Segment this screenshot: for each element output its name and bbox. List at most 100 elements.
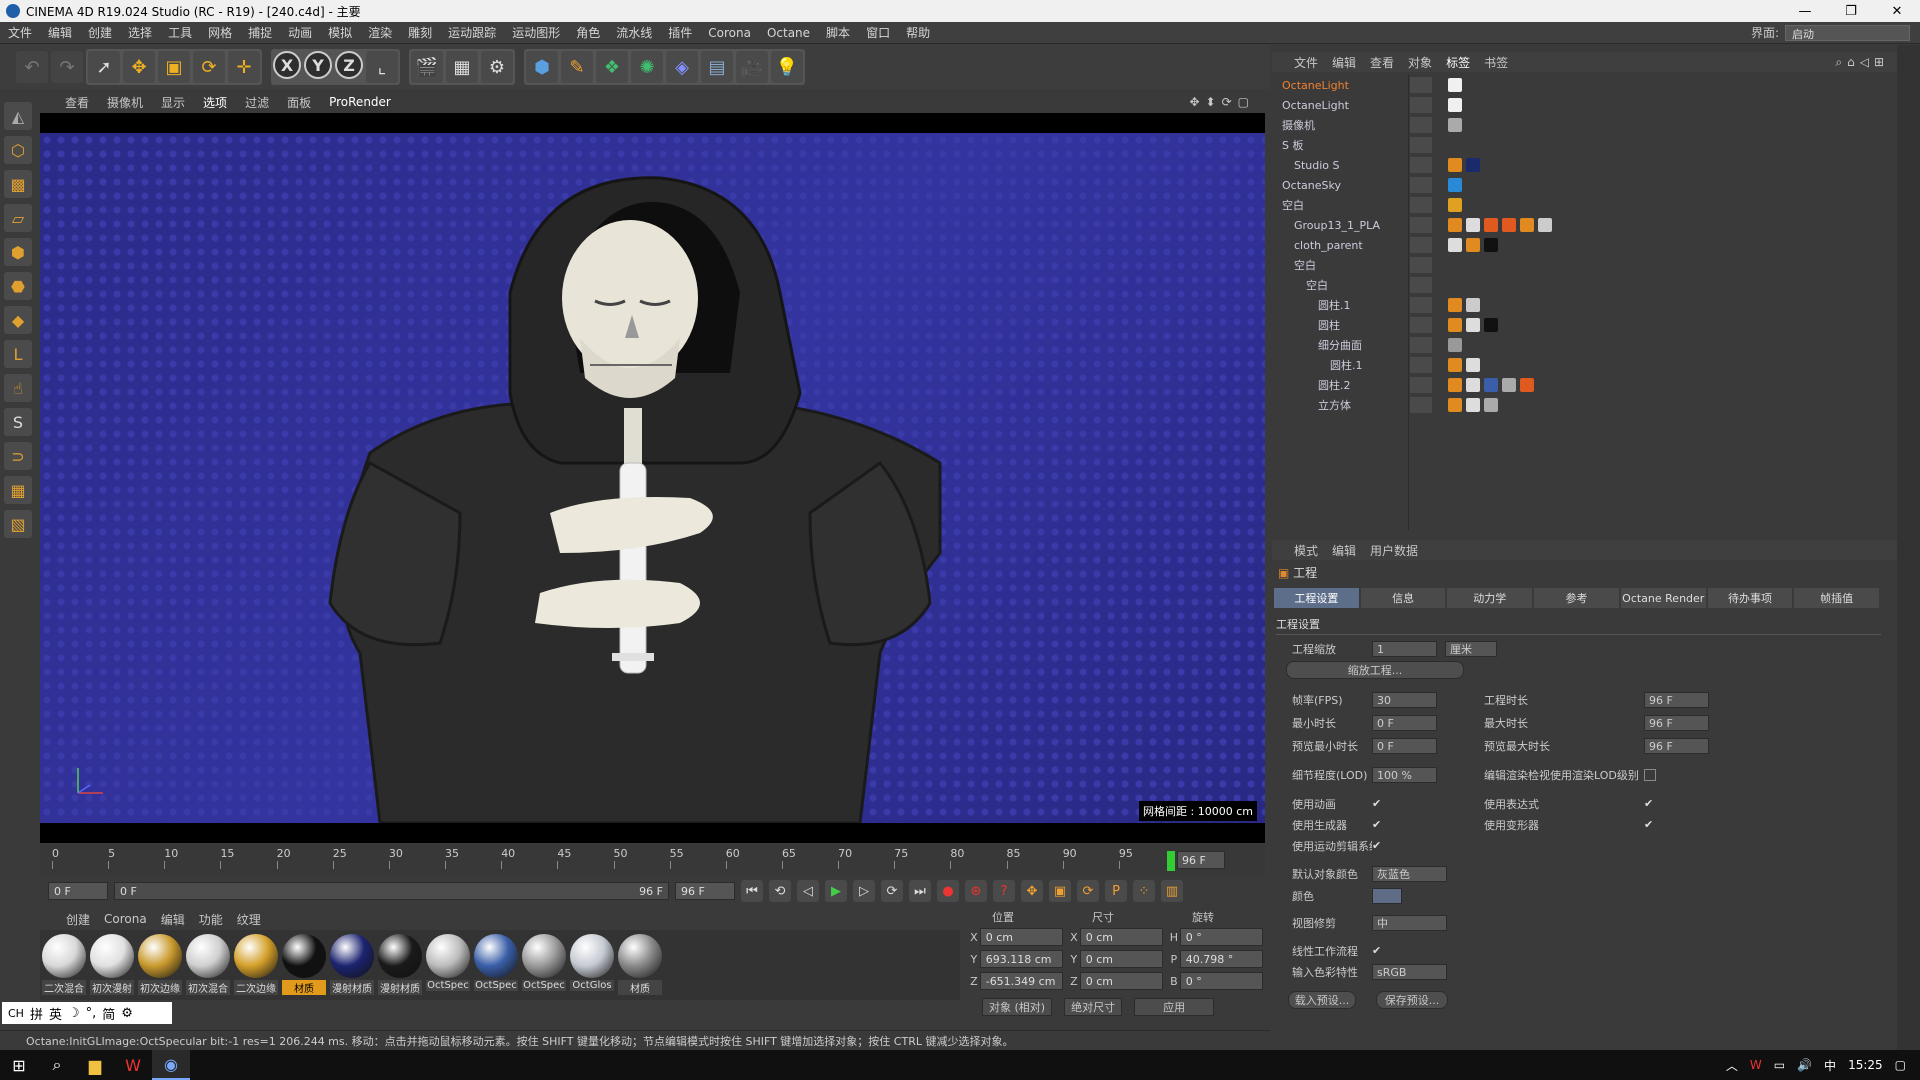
key-position-icon[interactable]: ✥	[1021, 880, 1043, 902]
material-item[interactable]: 材质	[282, 934, 326, 996]
tag-icon[interactable]	[1484, 378, 1498, 392]
file-explorer-icon[interactable]: ▆	[76, 1050, 114, 1080]
menu-help[interactable]: 帮助	[898, 24, 938, 41]
tag-icon[interactable]	[1484, 318, 1498, 332]
workplane-lock-icon[interactable]: ▦	[4, 476, 32, 504]
object-name[interactable]: cloth_parent	[1294, 239, 1363, 252]
render-view-icon[interactable]: 🎬	[411, 51, 443, 83]
visibility-toggle[interactable]	[1410, 197, 1432, 213]
project-time-field[interactable]: 96 F	[1644, 692, 1709, 708]
om-menu-file[interactable]: 文件	[1294, 54, 1318, 71]
material-menu-create[interactable]: 创建	[66, 911, 90, 928]
tag-icon[interactable]	[1484, 218, 1498, 232]
visibility-toggle[interactable]	[1410, 97, 1432, 113]
object-name[interactable]: 空白	[1282, 197, 1304, 213]
rotation-p-field[interactable]: 40.798 °	[1179, 950, 1263, 968]
auto-key-icon[interactable]: ⊛	[965, 880, 987, 902]
camera-icon[interactable]: 🎥	[736, 51, 768, 83]
visibility-toggle[interactable]	[1410, 377, 1432, 393]
tab-info[interactable]: 信息	[1360, 588, 1446, 608]
material-menu-corona[interactable]: Corona	[104, 912, 147, 926]
key-pla-icon[interactable]: ⁘	[1133, 880, 1155, 902]
tab-todo[interactable]: 待办事项	[1707, 588, 1793, 608]
size-x-field[interactable]: 0 cm	[1079, 928, 1163, 946]
menu-window[interactable]: 窗口	[858, 24, 898, 41]
timeline-icon[interactable]: ▥	[1161, 880, 1183, 902]
menu-animate[interactable]: 动画	[280, 24, 320, 41]
light-bulb-icon[interactable]: 💡	[771, 51, 803, 83]
viewport-menu-filter[interactable]: 过滤	[245, 94, 269, 111]
material-menu-texture[interactable]: 纹理	[237, 911, 261, 928]
tag-icon[interactable]	[1448, 298, 1462, 312]
visibility-toggle[interactable]	[1410, 277, 1432, 293]
object-row[interactable]: 空白	[1272, 275, 1897, 295]
floor-icon[interactable]: ▤	[701, 51, 733, 83]
tag-icon[interactable]	[1484, 238, 1498, 252]
tag-icon[interactable]	[1448, 218, 1462, 232]
minimize-button[interactable]: —	[1782, 4, 1828, 19]
render-settings-icon[interactable]: ⚙	[481, 51, 513, 83]
object-name[interactable]: Studio S	[1294, 159, 1340, 172]
position-x-field[interactable]: 0 cm	[979, 928, 1063, 946]
menu-snap[interactable]: 捕捉	[240, 24, 280, 41]
tag-icon[interactable]	[1466, 358, 1480, 372]
material-item[interactable]: OctGlos	[570, 934, 614, 996]
timeline-ruler[interactable]: 0 5 10 15 20 25 30 35 40 45 50 55 60 65 70 75 80 85 90 95 9…	[40, 845, 1265, 875]
position-y-field[interactable]: 693.118 cm	[979, 950, 1063, 968]
object-row[interactable]: OctaneSky	[1272, 175, 1897, 195]
viewport-menu-prorender[interactable]: ProRender	[329, 95, 391, 109]
tray-ime-icon[interactable]: 中	[1824, 1057, 1836, 1074]
object-name[interactable]: OctaneLight	[1282, 79, 1349, 92]
tag-icon[interactable]	[1538, 218, 1552, 232]
material-item[interactable]: OctSpec	[474, 934, 518, 996]
color-swatch[interactable]	[1372, 888, 1402, 904]
material-item[interactable]: OctSpec	[522, 934, 566, 996]
object-name[interactable]: 摄像机	[1282, 117, 1315, 133]
visibility-toggle[interactable]	[1410, 237, 1432, 253]
object-row[interactable]: 空白	[1272, 255, 1897, 275]
am-menu-mode[interactable]: 模式	[1294, 542, 1318, 559]
workplane-icon[interactable]: ▱	[4, 204, 32, 232]
object-name[interactable]: 圆柱.2	[1318, 377, 1351, 393]
key-rotation-icon[interactable]: ⟳	[1077, 880, 1099, 902]
make-editable-icon[interactable]: ◭	[4, 102, 32, 130]
material-item[interactable]: 初次漫射	[90, 934, 134, 996]
visibility-toggle[interactable]	[1410, 397, 1432, 413]
select-cursor-icon[interactable]: ➚	[88, 51, 120, 83]
material-menu-edit[interactable]: 编辑	[161, 911, 185, 928]
viewport-menu-panel[interactable]: 面板	[287, 94, 311, 111]
go-to-end-icon[interactable]: ⏭	[909, 880, 931, 902]
tag-icon[interactable]	[1484, 398, 1498, 412]
material-item[interactable]: 二次混合	[42, 934, 86, 996]
material-item[interactable]: 初次边缘	[138, 934, 182, 996]
ime-pinyin[interactable]: 拼	[30, 1004, 43, 1023]
object-row[interactable]: 摄像机	[1272, 115, 1897, 135]
tag-icon[interactable]	[1520, 378, 1534, 392]
menu-mesh[interactable]: 网格	[200, 24, 240, 41]
tag-icon[interactable]	[1466, 218, 1480, 232]
scale-tool-icon[interactable]: ▣	[158, 51, 190, 83]
visibility-toggle[interactable]	[1410, 117, 1432, 133]
material-item[interactable]: 初次混合	[186, 934, 230, 996]
om-search-icon[interactable]: ⌕⌂◁⊞	[1835, 55, 1889, 70]
array-icon[interactable]: ✺	[631, 51, 663, 83]
object-row[interactable]: 细分曲面	[1272, 335, 1897, 355]
ime-settings-icon[interactable]: ⚙	[121, 1006, 133, 1021]
cube-object-icon[interactable]: ⬢	[526, 51, 558, 83]
tab-dynamics[interactable]: 动力学	[1447, 588, 1533, 608]
tweak-mode-icon[interactable]: ☝	[4, 374, 32, 402]
object-row[interactable]: cloth_parent	[1272, 235, 1897, 255]
max-time-field[interactable]: 96 F	[1644, 715, 1709, 731]
object-name[interactable]: OctaneSky	[1282, 179, 1341, 192]
preview-max-field[interactable]: 96 F	[1644, 738, 1709, 754]
pen-spline-icon[interactable]: ✎	[561, 51, 593, 83]
z-axis-lock-icon[interactable]: Z	[335, 51, 363, 79]
next-frame-icon[interactable]: ▷	[853, 880, 875, 902]
viewport-menu-display[interactable]: 显示	[161, 94, 185, 111]
layout-select[interactable]: 启动	[1785, 24, 1910, 41]
notification-icon[interactable]: ▢	[1895, 1058, 1906, 1072]
tray-volume-icon[interactable]: 🔊	[1797, 1058, 1812, 1072]
magnet-icon[interactable]: ⊃	[4, 442, 32, 470]
current-frame-field[interactable]: 96 F	[1177, 851, 1225, 869]
y-axis-lock-icon[interactable]: Y	[304, 51, 332, 79]
